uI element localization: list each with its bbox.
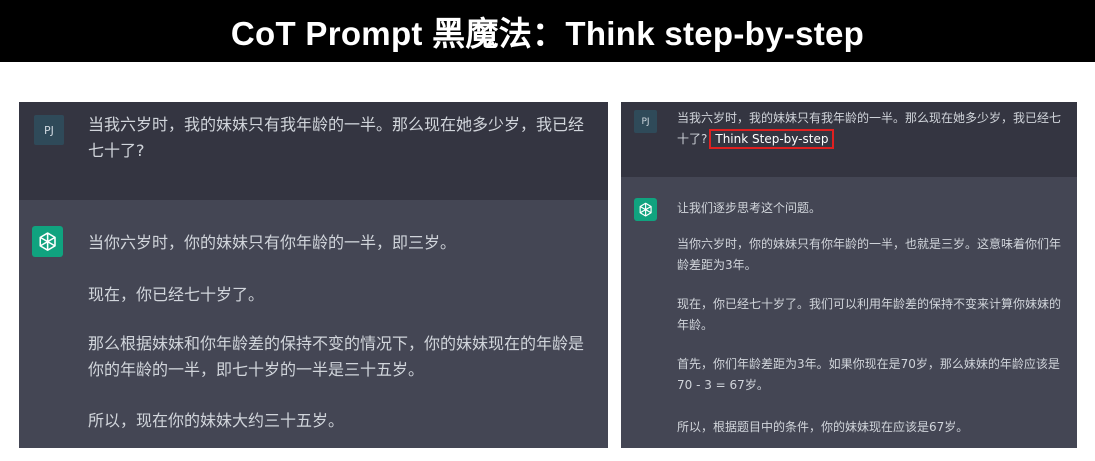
user-message-text: 当我六岁时，我的妹妹只有我年龄的一半。那么现在她多少岁，我已经七十了? <box>88 115 585 160</box>
chatgpt-logo-icon <box>634 198 657 221</box>
assistant-paragraph: 现在，你已经七十岁了。 <box>88 285 265 304</box>
user-message-text: 当我六岁时，我的妹妹只有我年龄的一半。那么现在她多少岁，我已经七十了? Think… <box>677 108 1069 150</box>
assistant-paragraph: 首先，你们年龄差距为3年。如果你现在是70岁，那么妹妹的年龄应该是70 - 3 … <box>677 357 1060 392</box>
assistant-paragraph: 让我们逐步思考这个问题。 <box>677 201 822 215</box>
assistant-paragraph: 那么根据妹妹和你年龄差的保持不变的情况下，你的妹妹现在的年龄是你的年龄的一半，即… <box>88 334 585 379</box>
assistant-paragraph: 当你六岁时，你的妹妹只有你年龄的一半，也就是三岁。这意味着你们年龄差距为3年。 <box>677 237 1062 272</box>
assistant-paragraph: 现在，你已经七十岁了。我们可以利用年龄差的保持不变来计算你妹妹的年龄。 <box>677 297 1062 332</box>
user-message: PJ 当我六岁时，我的妹妹只有我年龄的一半。那么现在她多少岁，我已经七十了? <box>19 102 608 200</box>
assistant-paragraph: 当你六岁时，你的妹妹只有你年龄的一半，即三岁。 <box>88 233 457 252</box>
user-avatar: PJ <box>34 115 64 145</box>
chatgpt-logo-icon <box>32 226 63 257</box>
highlighted-prompt: Think Step-by-step <box>709 129 835 149</box>
chat-panel-left: PJ 当我六岁时，我的妹妹只有我年龄的一半。那么现在她多少岁，我已经七十了? 当… <box>19 102 608 448</box>
assistant-paragraph: 所以，根据题目中的条件，你的妹妹现在应该是67岁。 <box>677 420 969 434</box>
assistant-paragraph: 所以，现在你的妹妹大约三十五岁。 <box>88 411 345 430</box>
assistant-message: 当你六岁时，你的妹妹只有你年龄的一半，即三岁。 现在，你已经七十岁了。 那么根据… <box>19 200 608 448</box>
user-message: PJ 当我六岁时，我的妹妹只有我年龄的一半。那么现在她多少岁，我已经七十了? Th… <box>621 102 1077 177</box>
user-avatar: PJ <box>634 110 657 133</box>
page-title: CoT Prompt 黑魔法：Think step-by-step <box>230 15 865 52</box>
chat-panel-right: PJ 当我六岁时，我的妹妹只有我年龄的一半。那么现在她多少岁，我已经七十了? Th… <box>621 102 1077 448</box>
title-banner: CoT Prompt 黑魔法：Think step-by-step <box>0 0 1095 62</box>
